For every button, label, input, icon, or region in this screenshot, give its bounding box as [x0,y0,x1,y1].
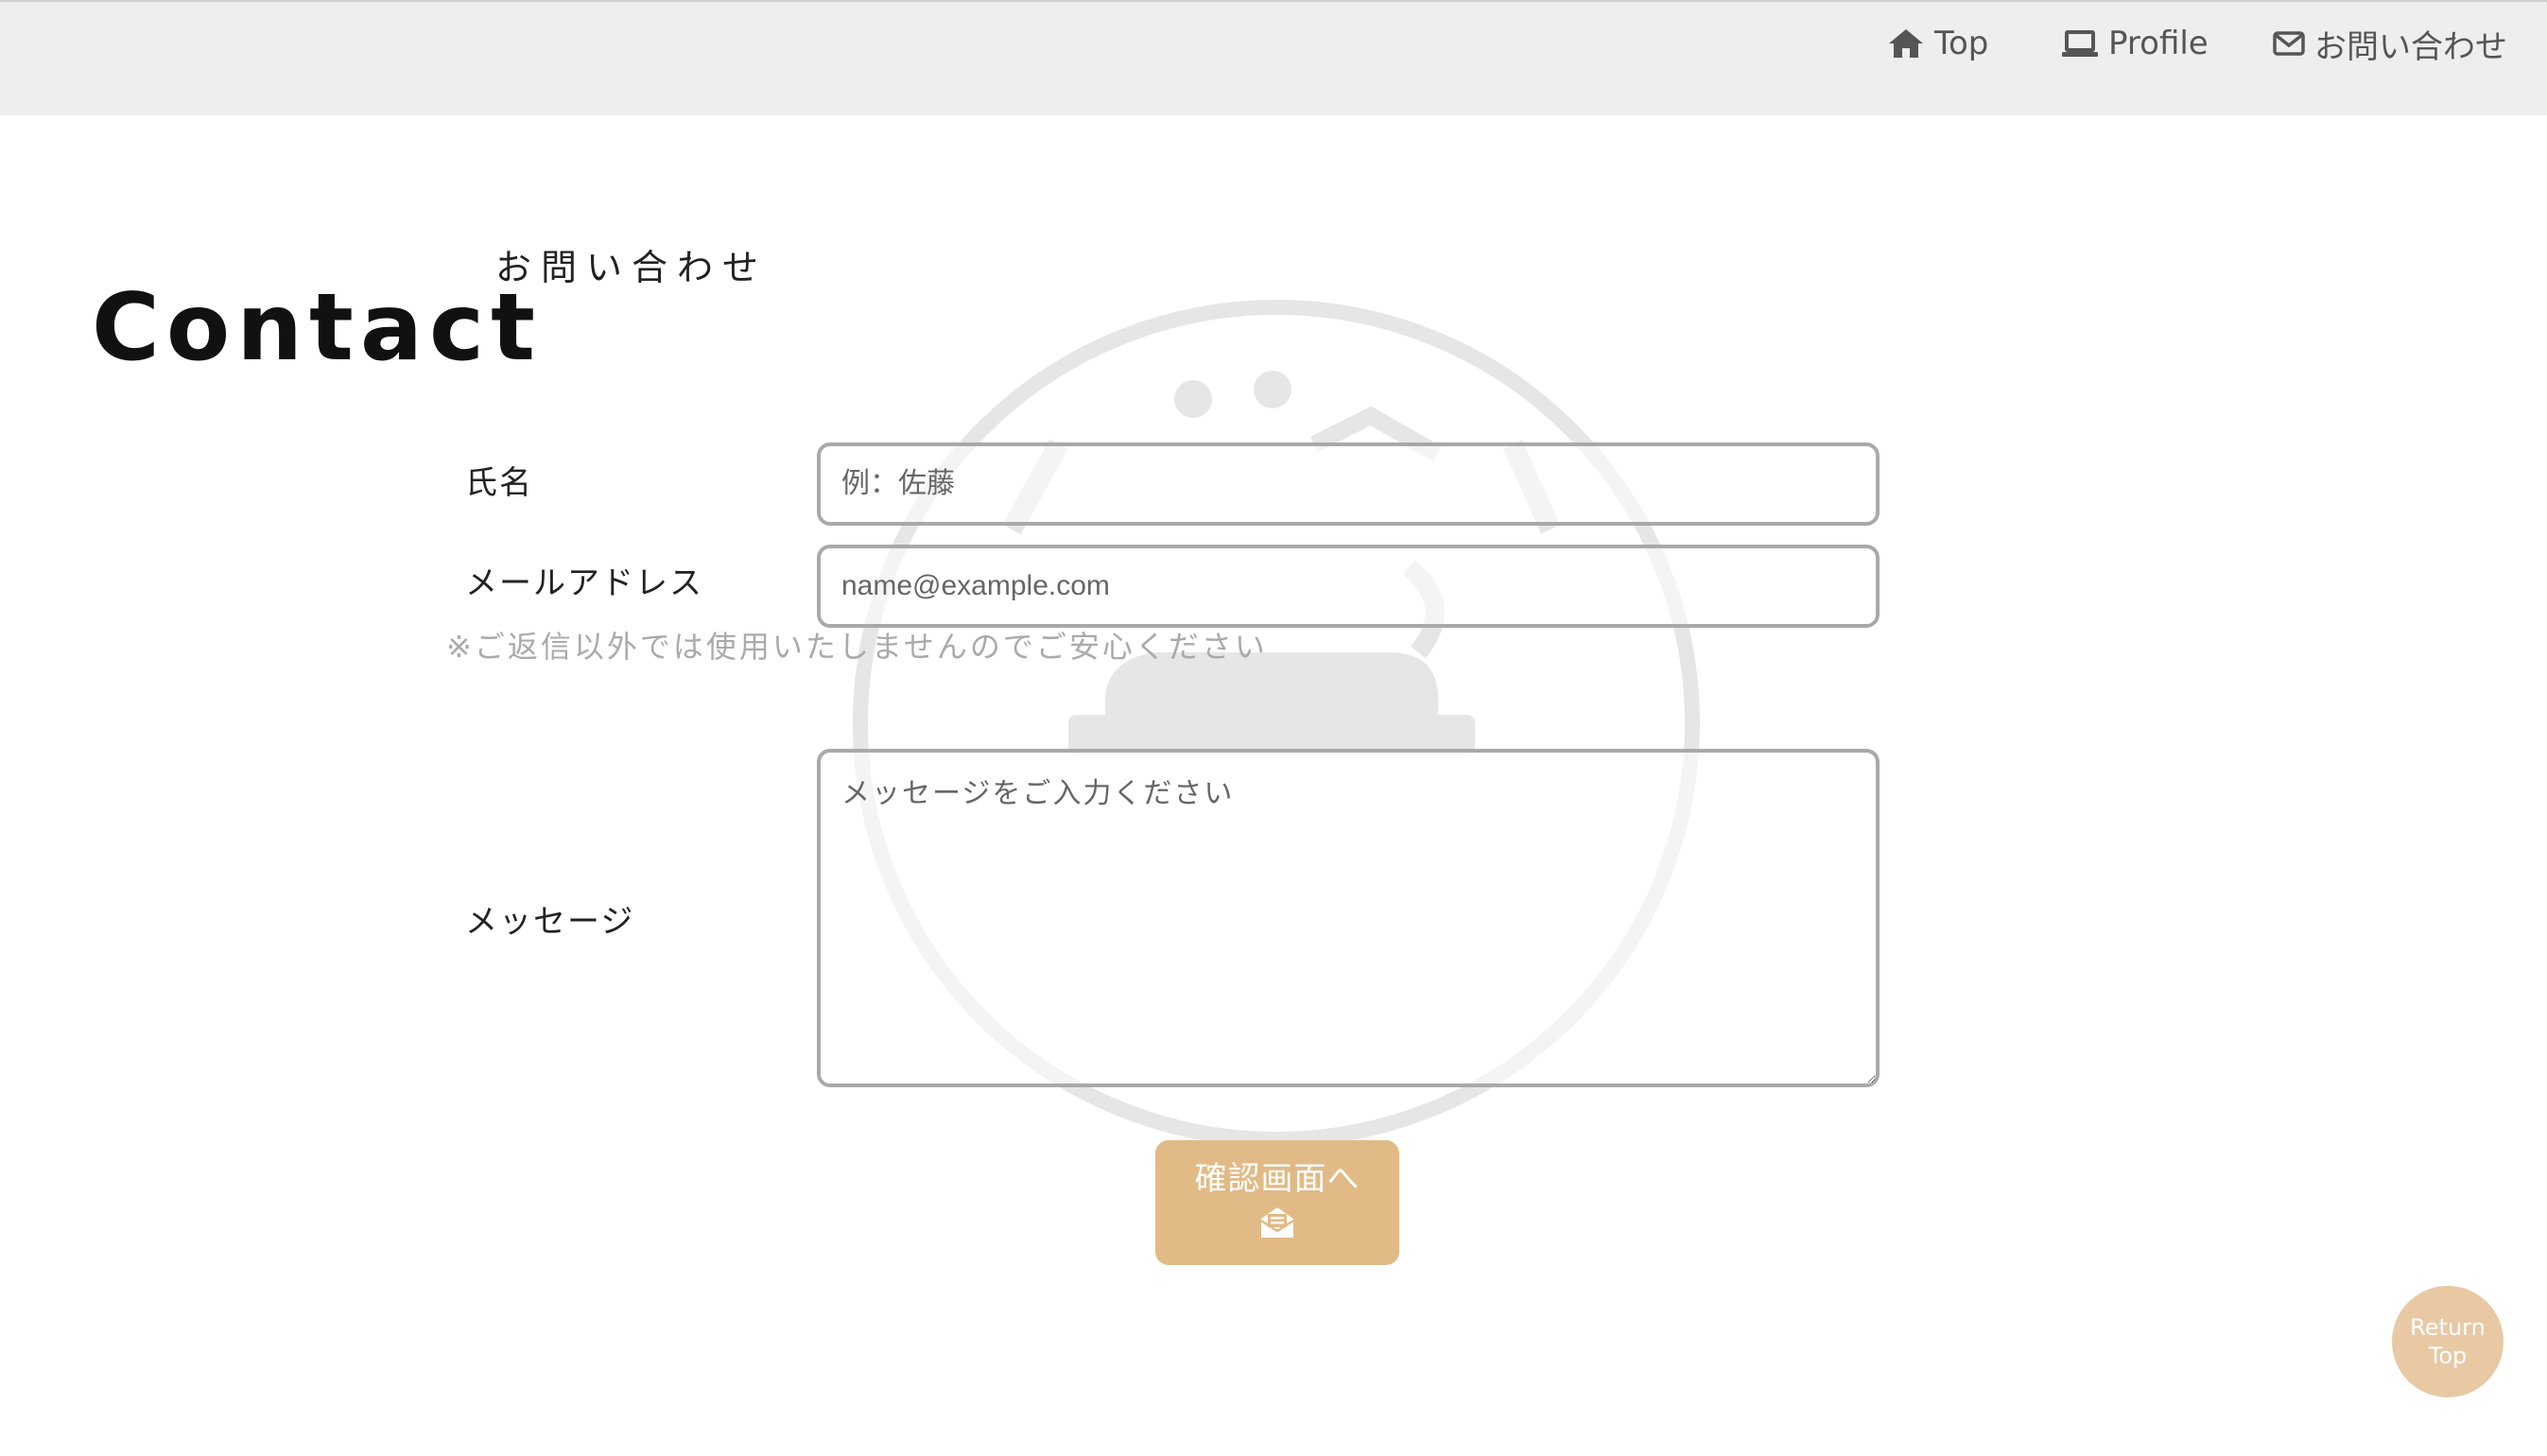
confirm-button-label: 確認画面へ [1194,1160,1360,1199]
name-input[interactable] [817,442,1880,526]
nav-link-profile[interactable]: Profile [2061,23,2209,64]
envelope-open-icon [1259,1198,1295,1243]
return-top-line1: Return [2410,1314,2486,1341]
site-header: Top Profile お問い合わせ [0,2,2547,115]
return-top-button[interactable]: Return Top [2392,1286,2504,1397]
message-textarea[interactable] [817,749,1880,1087]
nav-label-contact: お問い合わせ [2314,27,2507,66]
message-label: メッセージ [465,903,635,941]
nav-link-top[interactable]: Top [1887,23,1988,64]
page-title: Contact [92,273,542,382]
name-label: 氏名 [465,464,533,502]
email-privacy-note: ※ご返信以外では使用いたしませんのでご安心ください [446,629,1268,665]
envelope-icon [2273,30,2314,57]
confirm-button[interactable]: 確認画面へ [1155,1140,1399,1265]
nav-label-profile: Profile [2108,25,2209,62]
page-subtitle: お問い合わせ [495,247,769,288]
laptop-icon [2061,29,2108,58]
return-top-label: Return Top [2410,1313,2486,1370]
return-top-line2: Top [2428,1343,2468,1369]
nav-link-contact[interactable]: お問い合わせ [2273,23,2507,66]
home-icon [1887,27,1934,60]
email-label: メールアドレス [465,564,703,602]
email-input[interactable] [817,545,1880,628]
nav-label-top: Top [1934,25,1989,62]
